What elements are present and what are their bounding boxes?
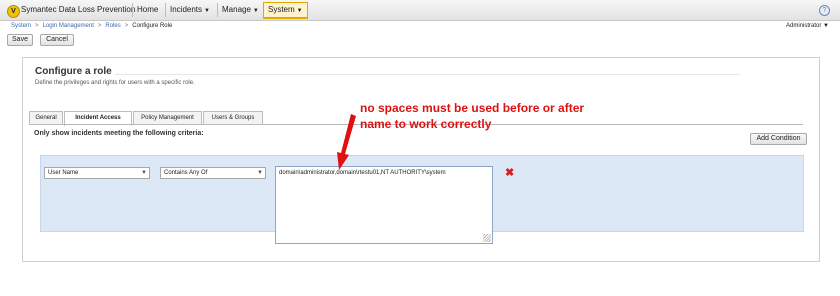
nav-system-label: System (268, 5, 295, 14)
annotation-arrow-icon (337, 114, 356, 170)
annotation-line-1: no spaces must be used before or after (360, 101, 585, 115)
chevron-down-icon: ▼ (823, 23, 829, 29)
tab-policy-management[interactable]: Policy Management (133, 111, 202, 125)
breadcrumb-current: Configure Role (132, 23, 173, 29)
condition-value-text: domain\administrator,domain\rtestu01,NT … (279, 170, 446, 176)
save-button[interactable]: Save (7, 34, 33, 46)
symantec-logo-icon: V (7, 5, 20, 18)
add-condition-button[interactable]: Add Condition (750, 133, 807, 145)
chevron-down-icon: ▼ (204, 8, 210, 14)
page-subtitle: Define the privileges and rights for use… (35, 80, 195, 86)
user-menu-label: Administrator (786, 23, 822, 29)
field-select[interactable]: User Name ▼ (44, 167, 150, 179)
breadcrumb-separator: > (124, 23, 129, 29)
nav-home[interactable]: Home (132, 3, 162, 17)
breadcrumb-login-management[interactable]: Login Management (43, 23, 94, 29)
resize-grip-icon[interactable] (483, 234, 491, 242)
breadcrumb-separator: > (35, 23, 39, 29)
breadcrumb-roles[interactable]: Roles (105, 23, 120, 29)
cancel-button[interactable]: Cancel (40, 34, 74, 46)
chevron-down-icon: ▼ (296, 8, 303, 14)
nav-incidents-label: Incidents (170, 5, 203, 14)
nav-incidents[interactable]: Incidents ▼ (165, 3, 214, 17)
remove-condition-icon[interactable]: ✖ (505, 166, 514, 179)
nav-manage[interactable]: Manage ▼ (217, 3, 263, 17)
user-menu[interactable]: Administrator ▼ (786, 23, 829, 29)
annotation-note: no spaces must be used before or after n… (360, 100, 622, 132)
title-divider (115, 74, 740, 75)
app-title: Symantec Data Loss Prevention (21, 5, 136, 14)
field-select-value: User Name (48, 170, 79, 176)
tab-general[interactable]: General (29, 111, 63, 125)
nav-system[interactable]: System ▼ (263, 2, 308, 19)
chevron-down-icon: ▼ (257, 170, 263, 176)
chevron-down-icon: ▼ (252, 8, 259, 14)
criteria-label: Only show incidents meeting the followin… (34, 130, 204, 137)
tab-users-groups[interactable]: Users & Groups (203, 111, 263, 125)
breadcrumb-system[interactable]: System (11, 23, 31, 29)
breadcrumb-separator: > (97, 23, 102, 29)
breadcrumb: System > Login Management > Roles > Configure … (11, 23, 172, 29)
operator-select-value: Contains Any Of (164, 170, 208, 176)
chevron-down-icon: ▼ (141, 170, 147, 176)
nav-manage-label: Manage (222, 5, 251, 14)
top-nav-bar: V Symantec Data Loss Prevention Home Inc… (0, 0, 840, 21)
condition-value-textarea[interactable]: domain\administrator,domain\rtestu01,NT … (275, 166, 493, 244)
help-icon[interactable]: ? (819, 5, 830, 16)
nav-home-label: Home (137, 5, 159, 14)
annotation-line-2: name to work correctly (360, 117, 492, 131)
page-title: Configure a role (35, 66, 112, 77)
operator-select[interactable]: Contains Any Of ▼ (160, 167, 266, 179)
